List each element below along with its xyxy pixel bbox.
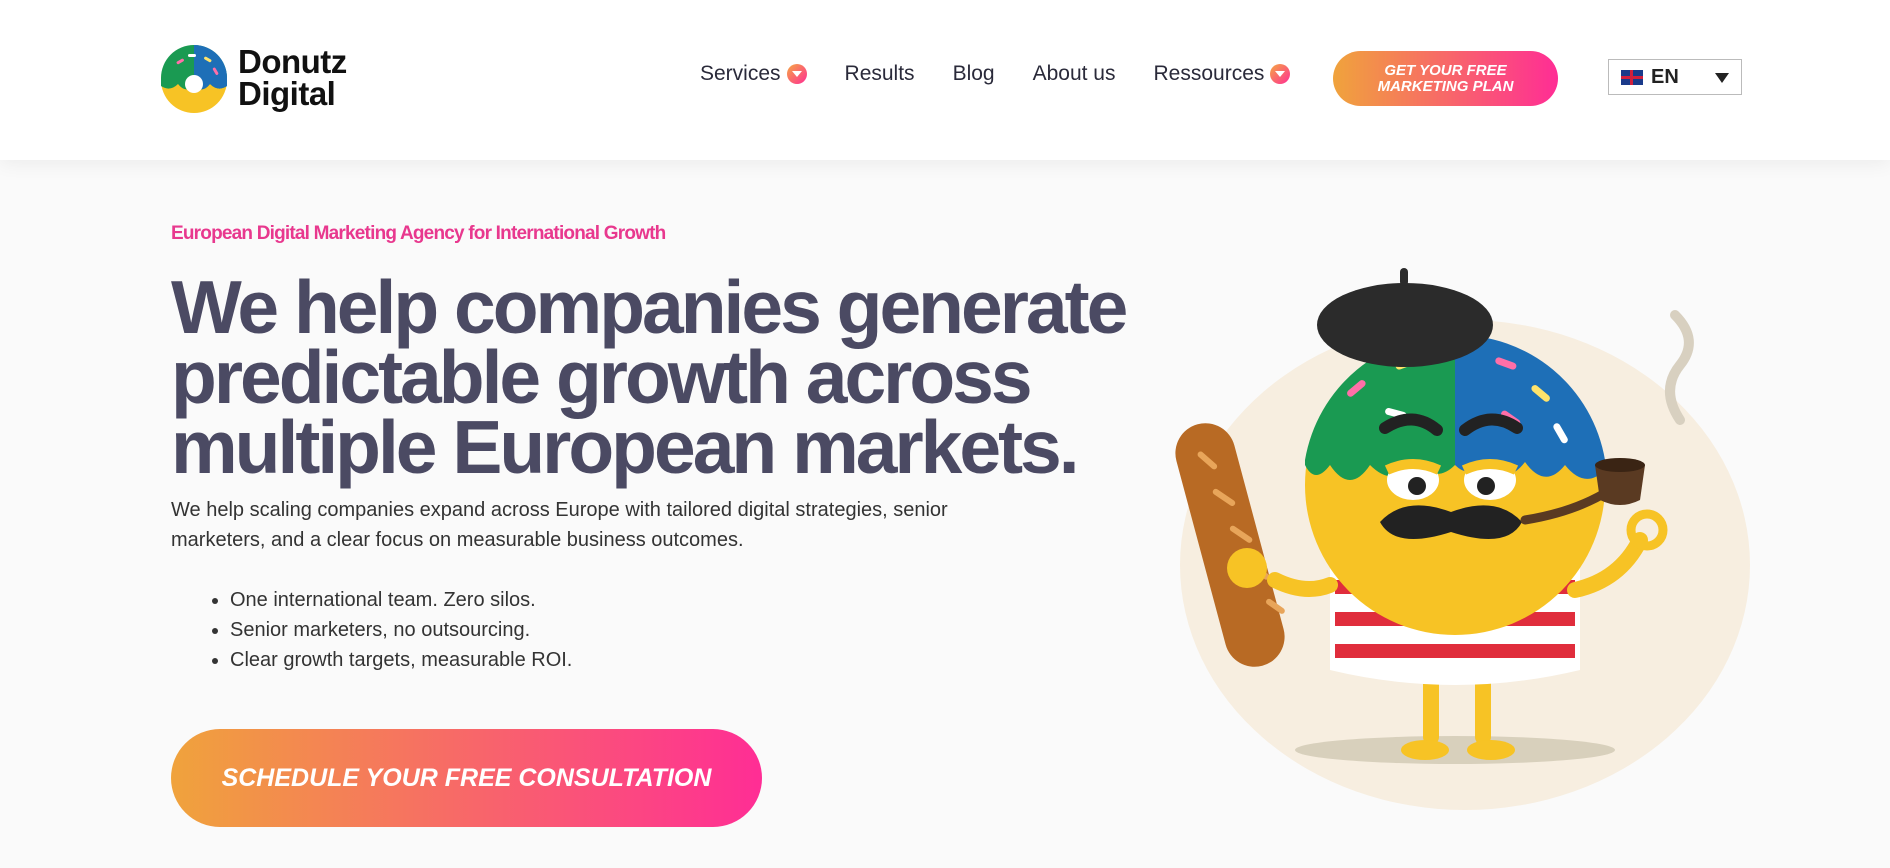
brand-name: Donutz Digital [238, 43, 347, 112]
brand-name-line2: Digital [238, 75, 336, 112]
hero-headline: We help companies generate predictable g… [171, 265, 1128, 489]
schedule-consultation-button[interactable]: SCHEDULE YOUR FREE CONSULTATION [171, 729, 762, 827]
cta-label: SCHEDULE YOUR FREE CONSULTATION [221, 763, 712, 792]
nav-item-label: Ressources [1153, 62, 1265, 85]
nav-item-blog[interactable]: Blog [953, 62, 995, 86]
hero-subtext: We help scaling companies expand across … [171, 499, 948, 551]
nav-item-label: Services [700, 62, 781, 85]
list-item: One international team. Zero silos. [230, 585, 572, 615]
logo[interactable]: Donutz Digital [158, 42, 347, 114]
hero-eyebrow: European Digital Marketing Agency for In… [171, 223, 666, 244]
cta-line1: GET YOUR FREE [1384, 61, 1507, 79]
list-item: Senior marketers, no outsourcing. [230, 615, 572, 645]
nav-item-about-us[interactable]: About us [1033, 62, 1116, 86]
site-header: Donutz Digital Services Results Blog Abo… [0, 0, 1890, 160]
free-marketing-plan-button[interactable]: GET YOUR FREE MARKETING PLAN [1333, 51, 1558, 106]
donut-logo-icon [161, 45, 227, 113]
caret-down-icon [1715, 73, 1729, 83]
language-label: EN [1651, 65, 1679, 88]
list-item: Clear growth targets, measurable ROI. [230, 645, 572, 675]
chevron-down-icon [786, 64, 807, 84]
language-selector[interactable]: EN [1608, 59, 1742, 95]
nav-item-label: Results [844, 62, 915, 85]
hero-bullet-list: One international team. Zero silos. Seni… [206, 585, 572, 675]
main-nav: Services Results Blog About us Ressource… [700, 62, 1328, 86]
nav-item-services[interactable]: Services [700, 62, 807, 86]
chevron-down-icon [1270, 64, 1291, 84]
nav-item-ressources[interactable]: Ressources [1154, 62, 1291, 86]
nav-item-label: About us [1032, 62, 1116, 85]
donut-mascot-illustration [1175, 268, 1750, 810]
nav-item-results[interactable]: Results [845, 62, 915, 86]
brand-name-line1: Donutz [238, 43, 347, 80]
nav-item-label: Blog [952, 62, 995, 85]
uk-flag-icon [1621, 69, 1643, 85]
cta-line2: MARKETING PLAN [1377, 77, 1514, 95]
